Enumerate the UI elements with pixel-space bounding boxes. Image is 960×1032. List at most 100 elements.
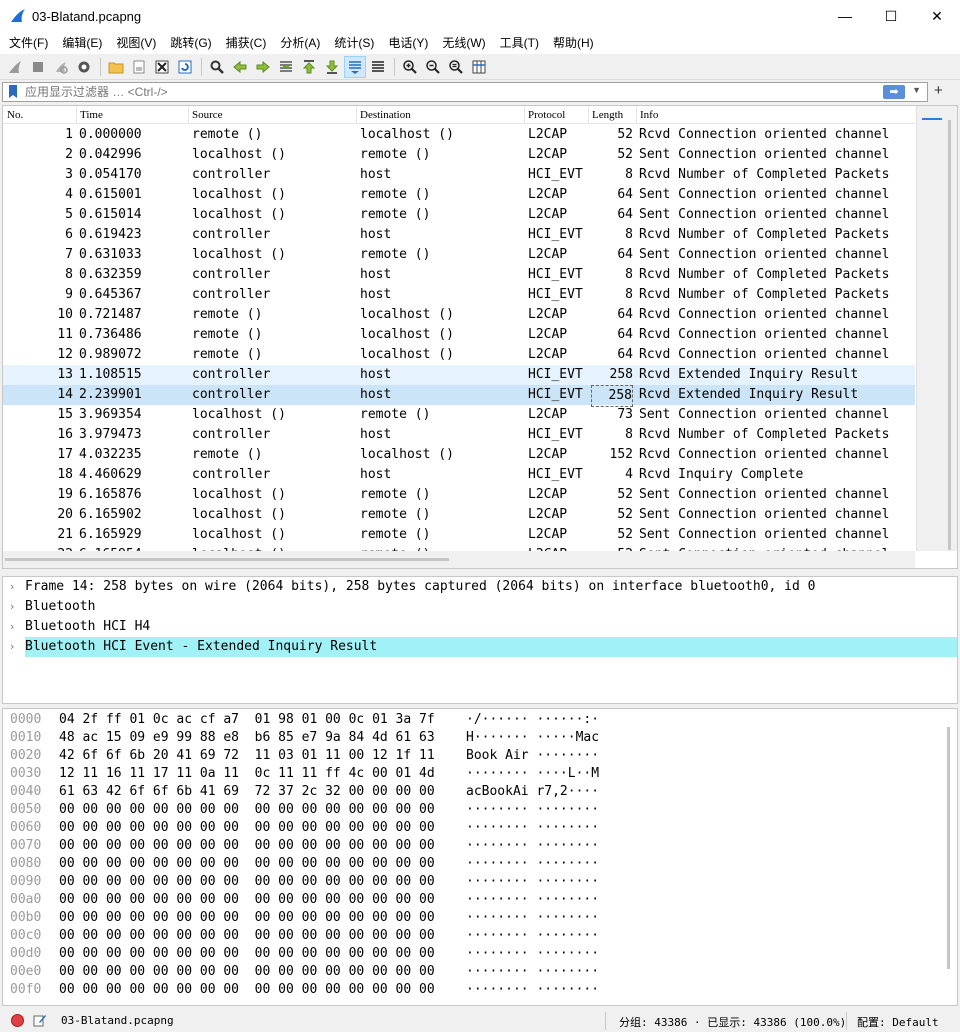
tree-item-bluetooth[interactable]: › Bluetooth: [3, 597, 957, 617]
menu-wireless[interactable]: 无线(W): [435, 32, 492, 54]
packet-row[interactable]: 9 0.645367 controller host HCI_EVT 8 Rcvd Numb…: [3, 285, 915, 305]
column-header-no[interactable]: No.: [7, 109, 23, 121]
column-divider[interactable]: [588, 106, 589, 124]
tree-item-hci-h4[interactable]: › Bluetooth HCI H4: [3, 617, 957, 637]
add-filter-button[interactable]: +: [934, 82, 943, 99]
column-header-source[interactable]: Source: [192, 109, 223, 121]
capture-comment-icon[interactable]: [33, 1013, 47, 1030]
packet-row[interactable]: 20 6.165902 localhost () remote () L2CAP 52 Se…: [3, 505, 915, 525]
packet-row[interactable]: 4 0.615001 localhost () remote () L2CAP 64 Sen…: [3, 185, 915, 205]
packet-row[interactable]: 13 1.108515 controller host HCI_EVT 258 Rcvd E…: [3, 365, 915, 385]
close-button[interactable]: ✕: [914, 0, 960, 32]
packet-row[interactable]: 7 0.631033 localhost () remote () L2CAP 64 Sen…: [3, 245, 915, 265]
packet-destination: host: [360, 287, 392, 302]
menu-statistics[interactable]: 统计(S): [327, 32, 381, 54]
maximize-button[interactable]: ☐: [868, 0, 914, 32]
menu-go[interactable]: 跳转(G): [163, 32, 218, 54]
scrollbar-thumb[interactable]: [948, 120, 951, 550]
packet-list-vertical-scrollbar[interactable]: [916, 106, 957, 551]
packet-row[interactable]: 5 0.615014 localhost () remote () L2CAP 64 Sen…: [3, 205, 915, 225]
packet-row[interactable]: 16 3.979473 controller host HCI_EVT 8 Rcvd Num…: [3, 425, 915, 445]
zoom-in-icon[interactable]: [399, 56, 421, 78]
column-divider[interactable]: [76, 106, 77, 124]
column-divider[interactable]: [524, 106, 525, 124]
first-packet-icon[interactable]: [298, 56, 320, 78]
restart-capture-icon[interactable]: [50, 56, 72, 78]
expand-arrow-icon[interactable]: ›: [10, 617, 14, 637]
packet-list-horizontal-scrollbar[interactable]: [3, 551, 915, 568]
packet-row[interactable]: 14 2.239901 controller host HCI_EVT 258 Rcvd E…: [3, 385, 915, 407]
packet-row[interactable]: 21 6.165929 localhost () remote () L2CAP 52 Se…: [3, 525, 915, 545]
packet-destination: remote (): [360, 487, 431, 502]
open-folder-icon[interactable]: [105, 56, 127, 78]
zoom-out-icon[interactable]: [422, 56, 444, 78]
packet-source: remote (): [192, 347, 263, 362]
scrollbar-thumb[interactable]: [5, 558, 449, 561]
column-header-time[interactable]: Time: [80, 109, 103, 121]
tree-item-frame[interactable]: › Frame 14: 258 bytes on wire (2064 bits…: [3, 577, 957, 597]
column-header-protocol[interactable]: Protocol: [528, 109, 565, 121]
tree-item-hci-event[interactable]: › Bluetooth HCI Event - Extended Inquiry…: [3, 637, 957, 657]
column-header-destination[interactable]: Destination: [360, 109, 411, 121]
minimize-button[interactable]: —: [822, 0, 868, 32]
find-packet-icon[interactable]: [206, 56, 228, 78]
stop-capture-icon[interactable]: [27, 56, 49, 78]
expand-arrow-icon[interactable]: ›: [10, 597, 14, 617]
capture-options-gear-icon[interactable]: [73, 56, 95, 78]
menu-help[interactable]: 帮助(H): [546, 32, 601, 54]
filter-dropdown-icon[interactable]: ▼: [912, 85, 921, 95]
hex-ascii: ········ ········: [466, 838, 600, 853]
menu-file[interactable]: 文件(F): [2, 32, 55, 54]
packet-length: 52: [617, 487, 633, 502]
goto-packet-icon[interactable]: [275, 56, 297, 78]
expand-arrow-icon[interactable]: ›: [10, 577, 14, 597]
column-divider[interactable]: [188, 106, 189, 124]
menu-edit[interactable]: 编辑(E): [55, 32, 109, 54]
expand-arrow-icon[interactable]: ›: [10, 637, 14, 657]
expert-info-icon[interactable]: [11, 1014, 24, 1027]
filter-bookmark-icon[interactable]: [6, 84, 20, 100]
column-header-info[interactable]: Info: [640, 109, 658, 121]
close-file-icon[interactable]: [151, 56, 173, 78]
status-divider[interactable]: [605, 1012, 606, 1030]
apply-filter-arrow-icon[interactable]: ➡: [883, 85, 905, 99]
packet-length: 8: [625, 227, 633, 242]
display-filter-input[interactable]: [25, 85, 825, 99]
menu-view[interactable]: 视图(V): [109, 32, 163, 54]
menu-telephony[interactable]: 电话(Y): [381, 32, 435, 54]
zoom-reset-icon[interactable]: [445, 56, 467, 78]
column-divider[interactable]: [356, 106, 357, 124]
packet-no: 20: [57, 507, 73, 522]
packet-row[interactable]: 2 0.042996 localhost () remote () L2CAP 52 Sen…: [3, 145, 915, 165]
packet-row[interactable]: 8 0.632359 controller host HCI_EVT 8 Rcvd Numb…: [3, 265, 915, 285]
file-set-icon[interactable]: [128, 56, 150, 78]
packet-row[interactable]: 6 0.619423 controller host HCI_EVT 8 Rcvd Numb…: [3, 225, 915, 245]
start-capture-icon[interactable]: [4, 56, 26, 78]
packet-row[interactable]: 19 6.165876 localhost () remote () L2CAP 52 Se…: [3, 485, 915, 505]
autoscroll-icon[interactable]: [344, 55, 366, 78]
menu-capture[interactable]: 捕获(C): [219, 32, 274, 54]
column-divider[interactable]: [636, 106, 637, 124]
reload-icon[interactable]: [174, 56, 196, 78]
status-profile[interactable]: 配置: Default: [857, 1014, 939, 1030]
resize-columns-icon[interactable]: [468, 56, 490, 78]
packet-row[interactable]: 17 4.032235 remote () localhost () L2CAP 152 R…: [3, 445, 915, 465]
packet-row[interactable]: 1 0.000000 remote () localhost () L2CAP 52 Rcv…: [3, 125, 915, 145]
toolbar-separator: [100, 57, 101, 76]
packet-row[interactable]: 10 0.721487 remote () localhost () L2CAP 64 Rc…: [3, 305, 915, 325]
packet-row[interactable]: 15 3.969354 localhost () remote () L2CAP 73 Se…: [3, 405, 915, 425]
menu-analyze[interactable]: 分析(A): [273, 32, 327, 54]
go-back-icon[interactable]: [229, 56, 251, 78]
status-divider[interactable]: [846, 1012, 847, 1030]
last-packet-icon[interactable]: [321, 56, 343, 78]
packet-row[interactable]: 3 0.054170 controller host HCI_EVT 8 Rcvd Numb…: [3, 165, 915, 185]
packet-row[interactable]: 11 0.736486 remote () localhost () L2CAP 64 Rc…: [3, 325, 915, 345]
go-forward-icon[interactable]: [252, 56, 274, 78]
column-header-length[interactable]: Length: [592, 109, 623, 121]
menu-tools[interactable]: 工具(T): [493, 32, 546, 54]
bytes-pane-scrollbar[interactable]: [947, 727, 950, 969]
main-toolbar: [0, 54, 960, 80]
packet-row[interactable]: 12 0.989072 remote () localhost () L2CAP 64 Rc…: [3, 345, 915, 365]
packet-row[interactable]: 18 4.460629 controller host HCI_EVT 4 Rcvd Inq…: [3, 465, 915, 485]
colorize-icon[interactable]: [367, 56, 389, 78]
